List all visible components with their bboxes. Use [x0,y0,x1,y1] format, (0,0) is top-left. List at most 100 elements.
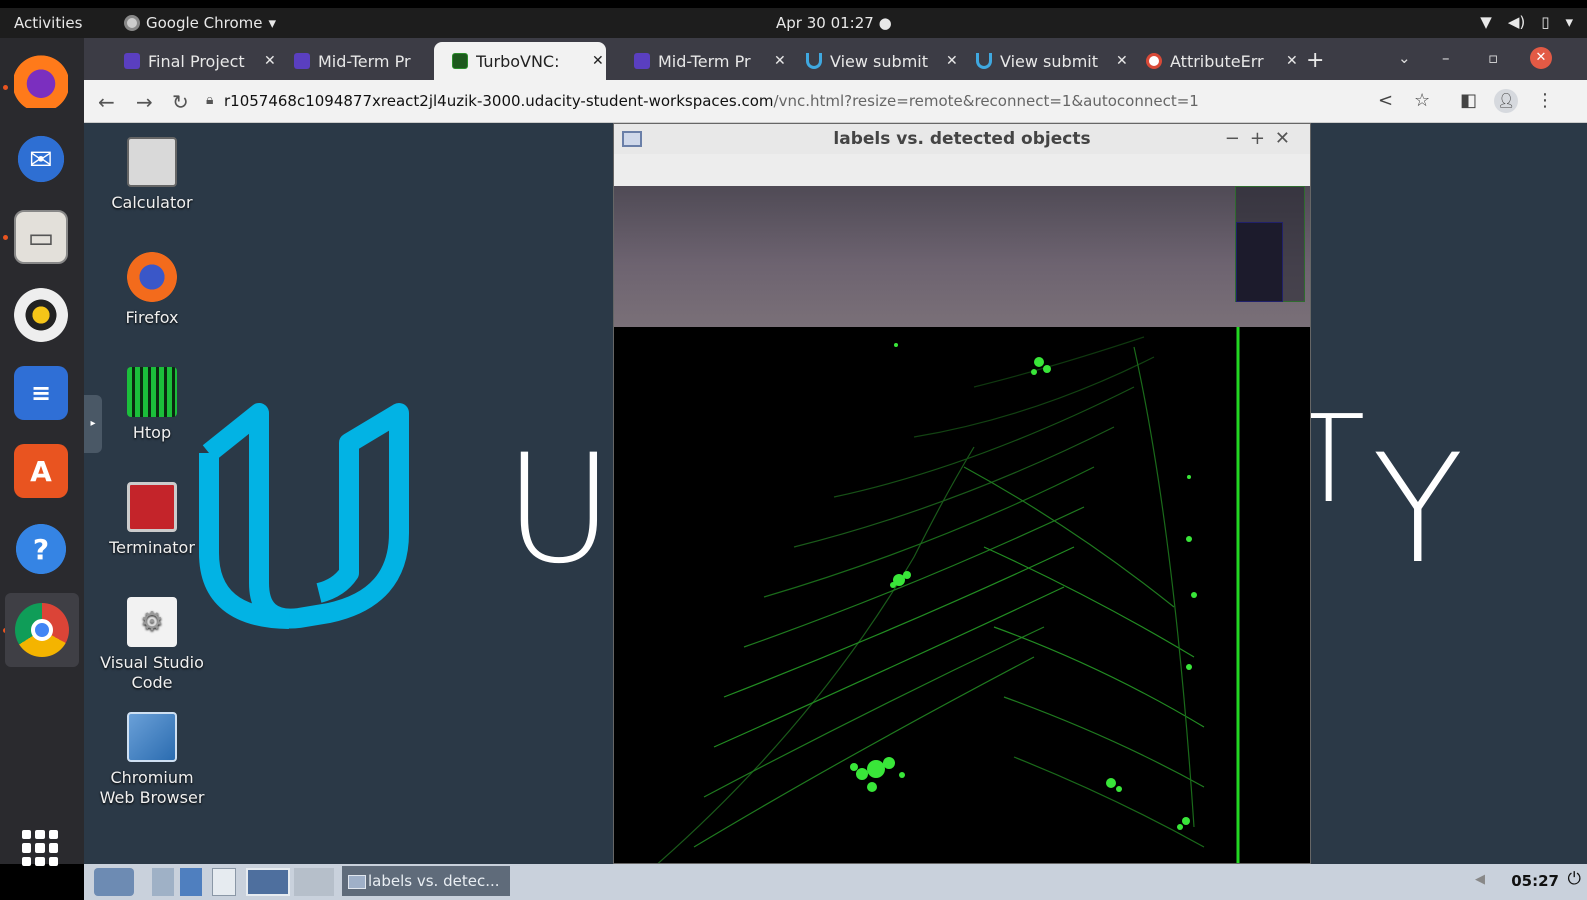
minimize-icon[interactable]: – [1442,49,1450,67]
back-icon[interactable]: ← [98,90,115,114]
desktop-icon-firefox[interactable]: Firefox [92,252,212,328]
tab-mid-term-1[interactable]: Mid-Term Pr ✕ [276,42,446,80]
ubuntu-top-bar: Activities Google Chrome ▾ Apr 30 01:27 … [0,8,1587,38]
tab-final-project[interactable]: Final Project ✕ [106,42,276,80]
bookmark-star-icon[interactable]: ☆ [1414,90,1430,111]
profile-avatar[interactable]: 👤︎ [1494,89,1518,113]
desktop-icon-vscode[interactable]: ⚙ Visual Studio Code [92,597,212,693]
wallpaper-letter-u: U [504,423,614,597]
firefox-dock-icon[interactable] [14,54,68,108]
desktop-icon-terminator[interactable]: Terminator [92,482,212,558]
tab-view-submit-2[interactable]: View submit ✕ [958,42,1128,80]
close-icon[interactable]: ✕ [1116,53,1128,69]
udacity-icon [294,53,310,69]
window-toolbar [614,154,1310,186]
reload-icon[interactable]: ↻ [172,90,189,114]
power-icon[interactable]: ⏻ [1568,869,1581,889]
window-controls[interactable]: −+✕ [1225,124,1300,154]
tab-attributeerror[interactable]: AttributeErr ✕ [1128,42,1298,80]
writer-dock-icon[interactable]: ≡ [14,366,68,420]
chrome-dock-icon[interactable] [5,593,79,667]
url-field[interactable]: r1057468c1094877xreact2jl4uzik-3000.udac… [224,92,1199,110]
workspace-2-icon[interactable] [294,868,334,896]
tab-label: View submit [830,51,928,71]
files-dock-icon[interactable]: ▭ [14,210,68,264]
close-icon[interactable]: ✕ [1275,128,1300,149]
url-host: r1057468c1094877xreact2jl4uzik-3000.udac… [224,92,774,110]
help-dock-icon[interactable]: ? [14,522,68,576]
share-icon[interactable]: < [1378,90,1393,111]
clock-label: Apr 30 01:27 [776,14,874,32]
side-panel-icon[interactable]: ◧ [1460,90,1477,111]
workspace-switcher-icon[interactable] [246,868,290,896]
terminal-icon[interactable] [212,868,236,896]
taskbar-window-button[interactable]: labels vs. detec... [342,866,510,896]
udacity-icon [124,53,140,69]
desktop-icon-chromium[interactable]: Chromium Web Browser [92,712,212,808]
tab-search-icon[interactable]: ⌄ [1398,49,1411,67]
new-tab-button[interactable]: + [1306,48,1324,73]
desktop-icon-htop[interactable]: Htop [92,367,212,443]
tab-label: View submit [1000,51,1098,71]
taskbar-clock[interactable]: 05:27 [1511,872,1559,890]
window-app-icon [622,131,642,147]
window-titlebar[interactable]: labels vs. detected objects −+✕ [614,124,1310,154]
url-path: /vnc.html?resize=remote&reconnect=1&auto… [773,92,1199,110]
chrome-icon [15,603,69,657]
restore-icon[interactable]: ▫ [1488,49,1498,67]
close-icon[interactable]: ✕ [592,53,604,69]
desktop-icon-label: Htop [132,423,172,442]
udacity-icon [634,53,650,69]
tab-label: TurboVNC: [476,51,560,71]
system-clock[interactable]: Apr 30 01:27 ● [776,14,892,32]
chevron-down-icon: ▾ [268,14,277,32]
close-icon[interactable]: ✕ [264,53,276,69]
tab-label: Final Project [148,51,245,71]
calculator-icon [127,137,177,187]
htop-icon [127,367,177,417]
show-applications-icon[interactable] [22,830,58,866]
maximize-icon[interactable]: + [1250,128,1275,149]
menu-kebab-icon[interactable]: ⋮ [1536,90,1554,111]
app-menu-label: Google Chrome [146,14,263,32]
chrome-small-icon [124,15,140,31]
browser-tab-strip: Final Project ✕ Mid-Term Pr ✕ TurboVNC: … [84,38,1587,80]
google-icon [1146,53,1162,69]
minimize-icon[interactable]: − [1225,128,1250,149]
udacity-icon [976,53,992,69]
gear-icon: ⚙ [127,597,177,647]
tab-turbovnc[interactable]: TurboVNC: ✕ [434,42,606,80]
tab-label: AttributeErr [1170,51,1264,71]
chromium-icon [127,712,177,762]
udacity-icon [806,53,822,69]
activities-button[interactable]: Activities [14,14,82,32]
thunderbird-dock-icon[interactable]: ✉ [14,132,68,186]
browser-icon[interactable] [180,868,202,896]
desktop-icon-calculator[interactable]: Calculator [92,137,212,213]
forward-icon[interactable]: → [136,90,153,114]
desktop-icon-label: Terminator [109,538,195,557]
desktop-icon-label: Firefox [125,308,179,327]
close-window-button[interactable]: ✕ [1530,47,1552,69]
remote-taskbar: labels vs. detec... ◀ 05:27 ⏻ [84,864,1587,900]
volume-icon: ◀) [1507,13,1526,31]
vnc-app-window[interactable]: labels vs. detected objects −+✕ [613,123,1311,864]
system-tray[interactable]: ▼ ◀) ▯ ▾ [1480,13,1573,31]
wifi-icon: ▼ [1480,13,1492,31]
desktop-icon-label: Calculator [111,193,193,212]
start-menu-icon[interactable] [94,868,134,896]
running-indicator [3,85,8,90]
lock-icon[interactable]: 🔒︎ [206,92,213,108]
tab-view-submit-1[interactable]: View submit ✕ [788,42,958,80]
close-icon[interactable]: ✕ [774,53,786,69]
detection-bounding-box [1236,222,1283,302]
tab-mid-term-2[interactable]: Mid-Term Pr ✕ [616,42,786,80]
close-icon[interactable]: ✕ [946,53,958,69]
file-manager-icon[interactable] [152,868,174,896]
app-menu[interactable]: Google Chrome ▾ [124,14,276,32]
battery-icon: ▯ [1541,13,1550,31]
speaker-icon[interactable]: ◀ [1475,872,1485,887]
close-icon[interactable]: ✕ [1286,53,1298,69]
rhythmbox-dock-icon[interactable] [14,288,68,342]
software-center-dock-icon[interactable]: A [14,444,68,498]
